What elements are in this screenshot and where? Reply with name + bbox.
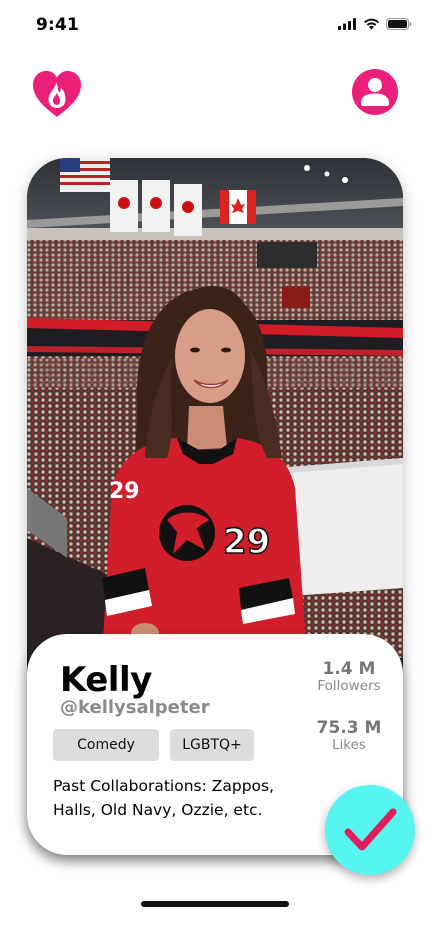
wifi-icon [364, 18, 379, 30]
approve-button[interactable] [325, 785, 415, 875]
home-indicator [141, 901, 289, 907]
status-icons [338, 18, 412, 30]
profile-button[interactable] [351, 68, 399, 116]
checkmark-icon [344, 808, 397, 851]
profile-name: Kelly [60, 660, 152, 700]
followers-count: 1.4 M [322, 659, 376, 679]
status-bar: 9:41 [0, 0, 444, 50]
tag-comedy[interactable]: Comedy [53, 729, 159, 761]
heart-flame-icon [33, 71, 81, 117]
signal-icon [338, 18, 356, 30]
likes-count: 75.3 M [316, 718, 382, 738]
past-collaborations: Past Collaborations: Zappos, Halls, Old … [53, 777, 275, 819]
followers-stat: 1.4 M Followers [304, 659, 394, 694]
likes-stat: 75.3 M Likes [304, 718, 394, 753]
battery-icon [386, 18, 412, 30]
svg-text:29: 29 [109, 479, 140, 504]
status-time: 9:41 [36, 15, 80, 35]
svg-text:29: 29 [223, 522, 270, 562]
likes-label: Likes [332, 737, 366, 753]
profile-handle[interactable]: @kellysalpeter [60, 697, 210, 718]
app-logo[interactable] [31, 69, 83, 119]
followers-label: Followers [317, 678, 381, 694]
tag-lgbtq[interactable]: LGBTQ+ [170, 729, 254, 761]
profile-photo: 29 29 [27, 158, 403, 658]
user-circle-icon [352, 69, 398, 115]
